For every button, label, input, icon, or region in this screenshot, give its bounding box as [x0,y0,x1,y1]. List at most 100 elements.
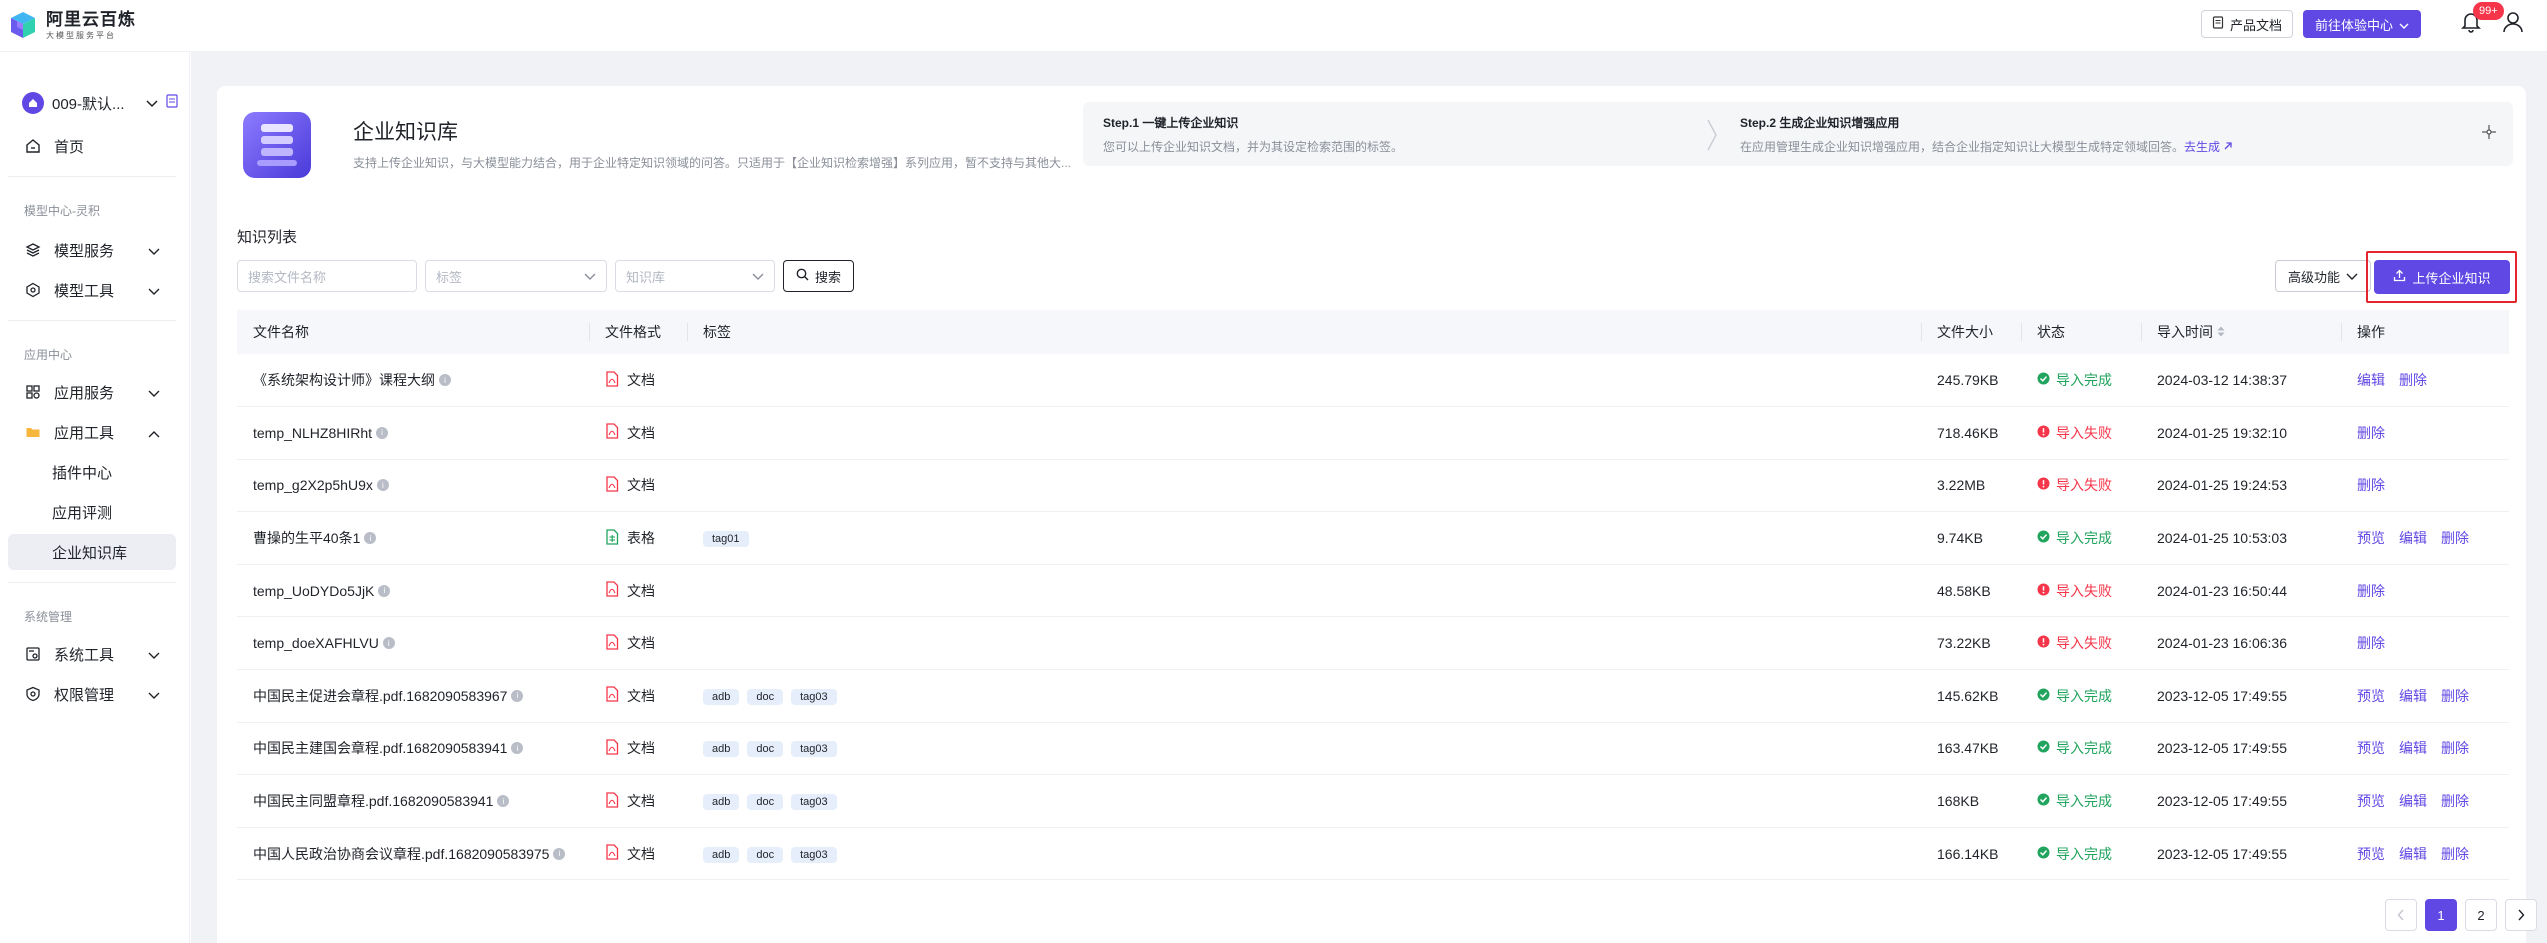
advanced-features-button[interactable]: 高级功能 [2275,260,2372,292]
preview-link[interactable]: 预览 [2357,688,2385,704]
sidebar-item-home[interactable]: 首页 [8,128,176,164]
status-badge: 导入失败 [2056,424,2112,441]
preview-link[interactable]: 预览 [2357,793,2385,809]
search-input[interactable]: 搜索文件名称 [237,260,417,292]
preview-link[interactable]: 预览 [2357,740,2385,756]
info-icon[interactable]: i [378,584,391,597]
info-icon[interactable]: i [511,742,524,755]
sidebar-item-knowledge-base[interactable]: 企业知识库 [8,534,176,570]
status-cell: 导入失败 [2021,564,2141,618]
experience-center-button[interactable]: 前往体验中心 [2302,10,2421,38]
sidebar-item-app-tools[interactable]: 应用工具 [8,414,176,450]
file-format: 文档 [627,740,655,757]
delete-link[interactable]: 删除 [2357,635,2385,651]
operations-cell: 预览 编辑 删除 [2341,774,2509,828]
info-icon[interactable]: i [376,479,389,492]
workspace-selector[interactable]: 009-默认... [22,88,182,118]
status-badge: 导入失败 [2056,582,2112,599]
file-name[interactable]: 《系统架构设计师》课程大纲 [253,370,435,390]
tag-chip: tag03 [791,846,837,863]
generate-link[interactable]: 去生成 [2184,140,2220,154]
file-name[interactable]: temp_doeXAFHLVU [253,635,379,651]
info-icon[interactable]: i [364,532,377,545]
delete-link[interactable]: 删除 [2441,793,2469,809]
pin-icon[interactable] [2481,124,2497,144]
edit-link[interactable]: 编辑 [2399,688,2427,704]
next-page-button[interactable] [2505,899,2537,931]
prev-page-button[interactable] [2385,899,2417,931]
file-format: 文档 [627,477,655,494]
col-file-format: 文件格式 [589,310,687,354]
knowledge-base-select[interactable]: 知识库 [615,260,775,292]
sidebar-item-model-tools[interactable]: 模型工具 [8,272,176,308]
file-name[interactable]: temp_NLHZ8HIRht [253,425,372,441]
delete-link[interactable]: 删除 [2399,372,2427,388]
upload-knowledge-button[interactable]: 上传企业知识 [2374,260,2510,294]
status-badge: 导入完成 [2056,530,2112,547]
col-file-size: 文件大小 [1921,310,2021,354]
preview-link[interactable]: 预览 [2357,530,2385,546]
file-format-cell: 表格 [589,511,687,565]
product-doc-button[interactable]: 产品文档 [2200,10,2293,38]
info-icon[interactable]: i [497,795,510,808]
edit-link[interactable]: 编辑 [2399,740,2427,756]
info-icon[interactable]: i [376,426,389,439]
file-name-cell: temp_doeXAFHLVU i [237,616,589,671]
workspace-doc-icon[interactable] [166,94,178,112]
delete-link[interactable]: 删除 [2441,740,2469,756]
operations-cell: 删除 [2341,616,2509,671]
file-format: 文档 [627,687,655,704]
sidebar-item-model-service[interactable]: 模型服务 [8,232,176,268]
page-button-2[interactable]: 2 [2465,899,2497,931]
delete-link[interactable]: 删除 [2441,530,2469,546]
delete-link[interactable]: 删除 [2357,477,2385,493]
col-tags: 标签 [687,310,1921,354]
edit-link[interactable]: 编辑 [2357,372,2385,388]
table-row: 中国民主促进会章程.pdf.1682090583967 i 文档 adb doc tag0… [237,669,2509,723]
file-name[interactable]: 中国民主促进会章程.pdf.1682090583967 [253,686,507,706]
file-name-cell: 中国民主促进会章程.pdf.1682090583967 i [237,669,589,723]
delete-link[interactable]: 删除 [2441,688,2469,704]
delete-link[interactable]: 删除 [2357,583,2385,599]
search-button[interactable]: 搜索 [783,260,855,292]
status-cell: 导入完成 [2021,722,2141,776]
sidebar-item-app-service[interactable]: 应用服务 [8,374,176,410]
file-format: 文档 [627,793,655,810]
file-name[interactable]: 中国民主同盟章程.pdf.1682090583941 [253,791,493,811]
sidebar-item-app-evaluation[interactable]: 应用评测 [8,494,176,530]
external-link-icon[interactable] [2223,140,2233,154]
edit-link[interactable]: 编辑 [2399,846,2427,862]
step-1-title: Step.1 一键上传企业知识 [1103,116,1239,130]
file-size: 145.62KB [1921,669,2021,723]
delete-link[interactable]: 删除 [2357,425,2385,441]
sidebar-item-permission[interactable]: 权限管理 [8,676,176,712]
info-icon[interactable]: i [511,689,524,702]
info-icon[interactable]: i [439,374,451,387]
col-import-time[interactable]: 导入时间 [2141,310,2341,354]
edit-link[interactable]: 编辑 [2399,530,2427,546]
knowledge-list-panel: 知识列表 搜索文件名称 标签 知识库 搜索 高级功能 上传企业知识 文件名称 文… [217,202,2537,943]
delete-link[interactable]: 删除 [2441,846,2469,862]
status-cell: 导入完成 [2021,511,2141,565]
info-icon[interactable]: i [382,637,395,650]
file-name[interactable]: 中国民主建国会章程.pdf.1682090583941 [253,738,507,758]
success-check-icon [2037,740,2050,756]
sort-icon[interactable] [2217,324,2225,340]
step-2-title: Step.2 生成企业知识增强应用 [1740,116,1900,130]
tag-select[interactable]: 标签 [425,260,607,292]
page-button-1[interactable]: 1 [2425,899,2457,931]
file-name[interactable]: temp_UoDYDo5JjK [253,583,374,599]
tag-chip: doc [747,846,784,863]
file-name[interactable]: 中国人民政治协商会议章程.pdf.1682090583975 [253,844,549,864]
file-name[interactable]: 曹操的生平40条1 [253,528,360,548]
preview-link[interactable]: 预览 [2357,846,2385,862]
sidebar-item-plugin-center[interactable]: 插件中心 [8,454,176,490]
pdf-file-icon [605,634,619,653]
sidebar-item-system-tools[interactable]: 系统工具 [8,636,176,672]
notification-button[interactable]: 99+ [2453,2,2504,38]
sidebar-item-label: 应用工具 [54,424,115,442]
info-icon[interactable]: i [553,847,566,860]
file-name[interactable]: temp_g2X2p5hU9x [253,477,373,493]
brand-logo[interactable]: 阿里云百炼 大模型服务平台 [8,10,136,40]
edit-link[interactable]: 编辑 [2399,793,2427,809]
